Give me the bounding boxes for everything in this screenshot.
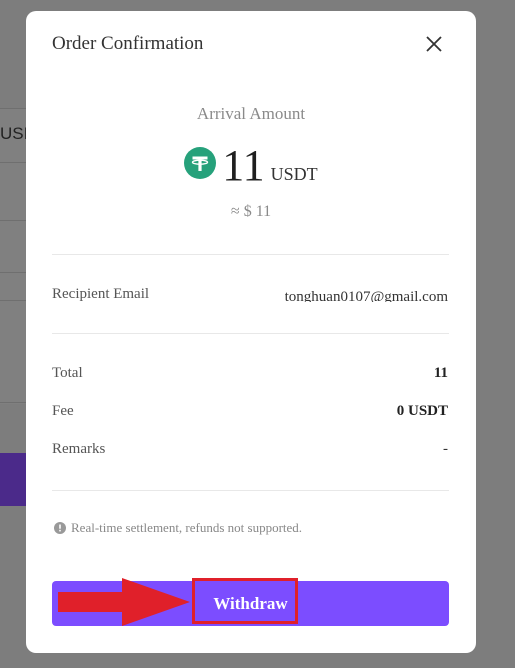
divider: [52, 333, 449, 334]
recipient-email-value: tonghuan0107@gmail.com: [284, 290, 448, 302]
total-label: Total: [52, 365, 83, 381]
fee-label: Fee: [52, 403, 74, 419]
order-confirmation-dialog: Order Confirmation Arrival Amount 11 USD…: [26, 11, 476, 653]
remarks-value: -: [443, 441, 448, 457]
amount-value: 11: [222, 141, 265, 190]
settlement-notice: Real-time settlement, refunds not suppor…: [54, 520, 302, 536]
fee-value: 0 USDT: [396, 403, 448, 419]
amount-display: 11 USDT: [26, 141, 476, 197]
tether-icon: [184, 147, 217, 179]
arrival-amount-label: Arrival Amount: [196, 104, 306, 123]
close-icon: [426, 36, 442, 52]
divider: [52, 254, 449, 255]
remarks-label: Remarks: [52, 441, 106, 457]
approx-usd-value: ≈ $ 11: [230, 203, 272, 220]
recipient-email-label: Recipient Email: [52, 286, 150, 302]
divider: [52, 490, 449, 491]
close-button[interactable]: [422, 32, 446, 56]
info-icon: [54, 522, 66, 534]
total-value: 11: [433, 365, 448, 381]
background-currency-label: USI: [0, 124, 29, 143]
withdraw-button[interactable]: Withdraw: [52, 581, 449, 626]
notice-text: Real-time settlement, refunds not suppor…: [71, 520, 303, 535]
amount-currency: USDT: [270, 164, 318, 184]
dialog-title: Order Confirmation: [52, 33, 204, 54]
withdraw-label: Withdraw: [213, 593, 288, 613]
